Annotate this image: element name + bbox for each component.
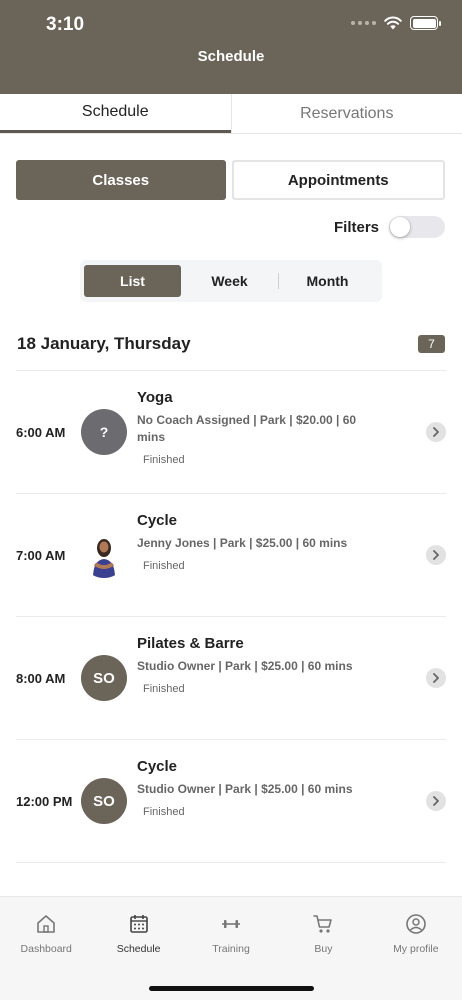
profile-icon	[406, 914, 426, 934]
wifi-icon	[384, 16, 402, 30]
session-status: Finished	[143, 806, 185, 818]
session-time: 6:00 AM	[16, 424, 66, 440]
status-time: 3:10	[46, 14, 85, 35]
top-tabs: Schedule Reservations	[0, 94, 462, 134]
session-details: Jenny Jones | Park | $25.00 | 60 mins	[137, 536, 348, 550]
coach-avatar: SO	[81, 655, 127, 701]
chevron-right-icon[interactable]	[426, 422, 446, 442]
chevron-right-icon[interactable]	[426, 545, 446, 565]
month-view-button[interactable]: Month	[279, 265, 376, 297]
filters-label: Filters	[333, 218, 379, 236]
filters-toggle[interactable]	[389, 216, 445, 238]
nav-label: Buy	[314, 943, 333, 955]
session-info: Yoga No Coach Assigned | Park | $20.00 |…	[137, 389, 367, 466]
session-time: 12:00 PM	[16, 793, 73, 809]
tab-schedule[interactable]: Schedule	[0, 94, 231, 133]
date-label: 18 January, Thursday	[17, 334, 191, 353]
session-status: Finished	[143, 683, 185, 695]
classes-button[interactable]: Classes	[16, 160, 226, 200]
home-indicator	[149, 986, 314, 991]
chevron-right-icon[interactable]	[426, 791, 446, 811]
type-segment: Classes Appointments	[16, 160, 445, 200]
session-name: Pilates & Barre	[137, 635, 244, 652]
dumbbell-icon	[222, 920, 241, 928]
session-row[interactable]: 6:00 AM ? Yoga No Coach Assigned | Park …	[16, 370, 446, 493]
nav-label: Dashboard	[20, 943, 72, 955]
session-row[interactable]: 8:00 AM SO Pilates & Barre Studio Owner …	[16, 616, 446, 739]
session-name: Cycle	[137, 758, 178, 775]
filters-control: Filters	[334, 216, 445, 238]
session-info: Cycle Studio Owner | Park | $25.00 | 60 …	[137, 758, 367, 818]
coach-avatar: SO	[81, 778, 127, 824]
session-list: 6:00 AM ? Yoga No Coach Assigned | Park …	[0, 370, 462, 902]
session-time: 8:00 AM	[16, 670, 66, 686]
session-row[interactable]: 7:00 AM Cycle Jenny Jones | Park | $25.0…	[16, 493, 446, 616]
session-details: No Coach Assigned | Park | $20.00 | 60 m…	[137, 413, 357, 444]
page-title: Schedule	[197, 48, 265, 65]
session-details: Studio Owner | Park | $25.00 | 60 mins	[137, 782, 353, 796]
nav-label: My profile	[393, 943, 439, 955]
bottom-nav: Dashboard Schedule Training Buy My profi…	[0, 896, 462, 1000]
date-header: 18 January, Thursday 7	[17, 334, 445, 354]
appointments-button[interactable]: Appointments	[231, 160, 445, 200]
session-info: Pilates & Barre Studio Owner | Park | $2…	[137, 635, 367, 695]
nav-label: Training	[212, 943, 250, 955]
nav-my-profile[interactable]: My profile	[370, 913, 462, 967]
view-segment: List Week Month	[80, 260, 382, 302]
list-view-button[interactable]: List	[84, 265, 181, 297]
nav-training[interactable]: Training	[185, 913, 277, 967]
session-status: Finished	[143, 560, 185, 572]
chevron-right-icon[interactable]	[426, 668, 446, 688]
signal-icon	[351, 21, 376, 25]
calendar-icon	[129, 915, 148, 933]
session-name: Cycle	[137, 512, 178, 529]
nav-buy[interactable]: Buy	[277, 913, 369, 967]
session-details: Studio Owner | Park | $25.00 | 60 mins	[137, 659, 353, 673]
nav-label: Schedule	[116, 943, 161, 955]
session-name: Yoga	[137, 389, 173, 406]
toggle-knob	[390, 217, 410, 237]
home-icon	[37, 915, 56, 933]
session-info: Cycle Jenny Jones | Park | $25.00 | 60 m…	[137, 512, 367, 572]
session-time: 7:00 AM	[16, 547, 66, 563]
cart-icon	[313, 915, 333, 933]
battery-icon	[410, 16, 441, 30]
coach-photo	[81, 532, 127, 578]
week-view-button[interactable]: Week	[181, 265, 278, 297]
nav-schedule[interactable]: Schedule	[92, 913, 184, 967]
session-count-badge: 7	[418, 335, 445, 353]
app-header: 3:10 Schedule	[0, 0, 462, 94]
coach-avatar: ?	[81, 409, 127, 455]
status-icons	[351, 16, 441, 30]
session-row[interactable]: 12:00 PM SO Cycle Studio Owner | Park | …	[16, 739, 446, 862]
tab-reservations[interactable]: Reservations	[230, 94, 462, 133]
nav-dashboard[interactable]: Dashboard	[0, 913, 92, 967]
session-status: Finished	[143, 454, 185, 466]
coach-photo-avatar	[81, 532, 127, 578]
